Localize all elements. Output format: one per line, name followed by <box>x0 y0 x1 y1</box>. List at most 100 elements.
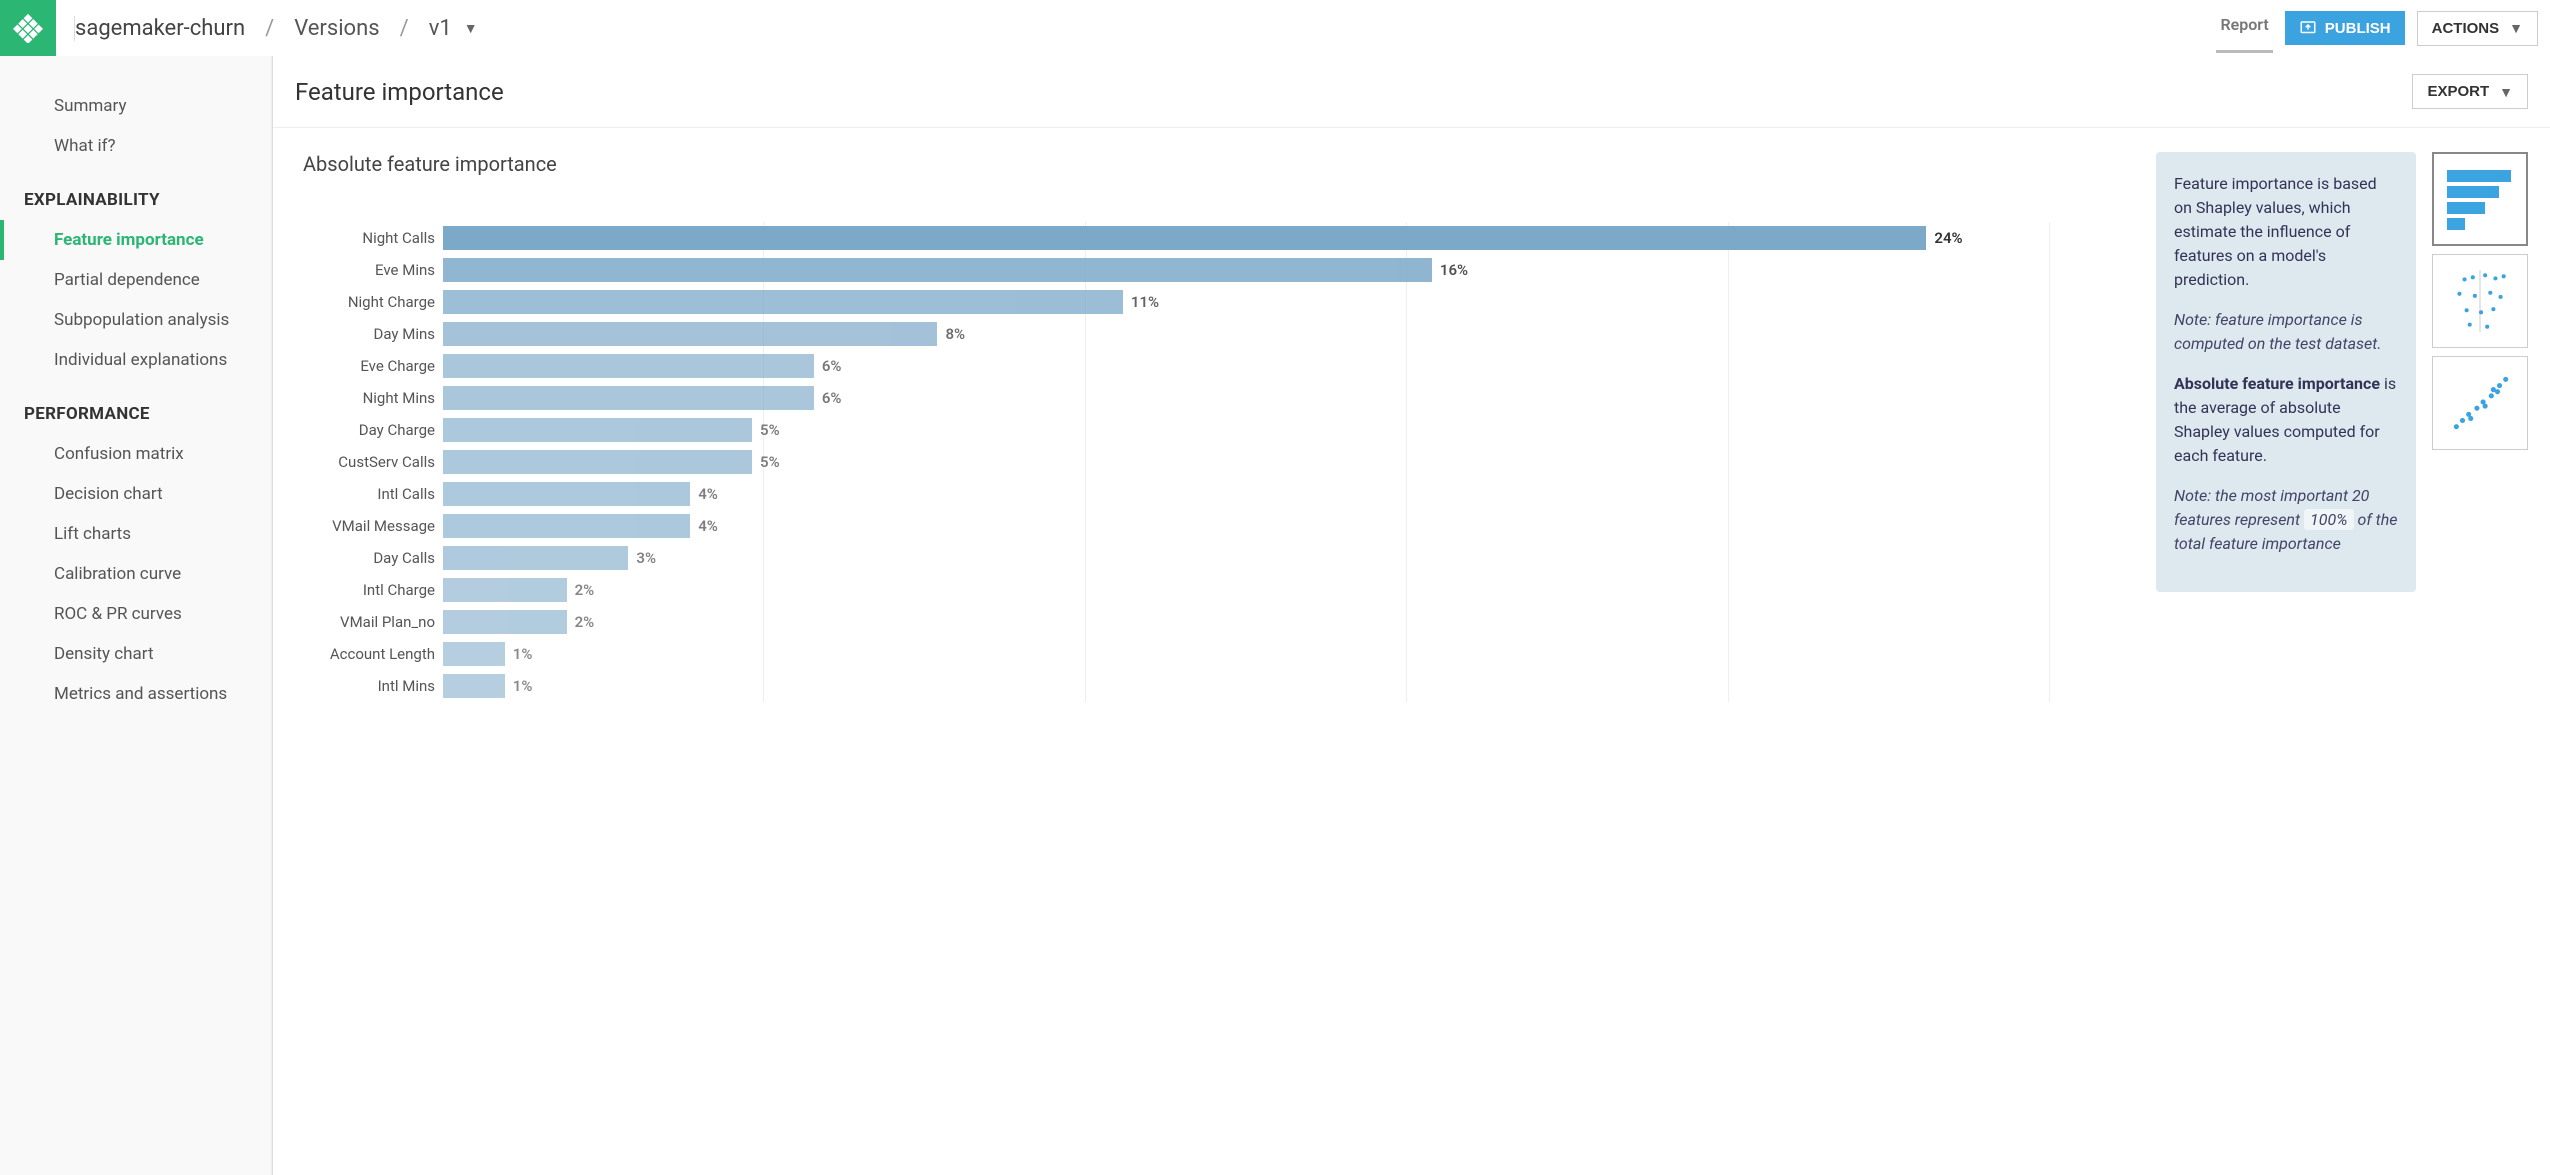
scatter-icon <box>2443 367 2517 439</box>
sidebar: Summary What if? EXPLAINABILITY Feature … <box>0 56 272 1175</box>
breadcrumb-app[interactable]: sagemaker-churn <box>74 16 245 41</box>
bar-value: 6% <box>822 357 842 375</box>
bar[interactable]: 2% <box>443 610 567 634</box>
breadcrumb-version: v1 <box>429 16 452 41</box>
sidebar-item-confusion-matrix[interactable]: Confusion matrix <box>0 434 271 474</box>
actions-label: ACTIONS <box>2432 20 2500 37</box>
bar-value: 1% <box>513 645 533 663</box>
bar[interactable]: 5% <box>443 450 752 474</box>
beeswarm-icon <box>2443 265 2517 337</box>
export-button[interactable]: EXPORT ▼ <box>2412 74 2528 109</box>
bar[interactable]: 4% <box>443 514 690 538</box>
bar-value: 5% <box>760 453 780 471</box>
sidebar-item-feature-importance[interactable]: Feature importance <box>0 220 271 260</box>
main-header: Feature importance EXPORT ▼ <box>273 56 2550 128</box>
bar-label: Day Calls <box>303 549 443 567</box>
sidebar-header-performance: PERFORMANCE <box>0 380 271 434</box>
caret-down-icon: ▼ <box>2509 20 2523 36</box>
bar-label: Eve Mins <box>303 261 443 279</box>
bar[interactable]: 1% <box>443 674 505 698</box>
bar-label: VMail Message <box>303 517 443 535</box>
bar-value: 2% <box>575 613 595 631</box>
page-title: Feature importance <box>295 78 504 106</box>
sidebar-item-lift-charts[interactable]: Lift charts <box>0 514 271 554</box>
chart-title: Absolute feature importance <box>303 152 2140 176</box>
bar-row: Intl Mins1% <box>443 670 2050 702</box>
bar-row: Night Calls24% <box>443 222 2050 254</box>
publish-button[interactable]: PUBLISH <box>2285 11 2405 45</box>
caret-down-icon: ▼ <box>464 20 478 37</box>
info-text: Absolute feature importance is the avera… <box>2174 372 2398 468</box>
sidebar-item-partial-dependence[interactable]: Partial dependence <box>0 260 271 300</box>
bar-row: Intl Charge2% <box>443 574 2050 606</box>
sidebar-item-decision-chart[interactable]: Decision chart <box>0 474 271 514</box>
main-content: Feature importance EXPORT ▼ Absolute fea… <box>272 56 2550 1175</box>
bar[interactable]: 8% <box>443 322 937 346</box>
report-link[interactable]: Report <box>2216 3 2272 53</box>
bar-value: 5% <box>760 421 780 439</box>
bar-value: 2% <box>575 581 595 599</box>
bar-label: Intl Mins <box>303 677 443 695</box>
bar[interactable]: 24% <box>443 226 1926 250</box>
bar-row: Account Length1% <box>443 638 2050 670</box>
bar-row: Day Calls3% <box>443 542 2050 574</box>
bar-label: Eve Charge <box>303 357 443 375</box>
bar[interactable]: 1% <box>443 642 505 666</box>
sidebar-item-calibration-curve[interactable]: Calibration curve <box>0 554 271 594</box>
sidebar-item-density-chart[interactable]: Density chart <box>0 634 271 674</box>
caret-down-icon: ▼ <box>2499 84 2513 100</box>
bar[interactable]: 2% <box>443 578 567 602</box>
breadcrumb-sep: / <box>400 16 409 41</box>
bar-value: 24% <box>1934 229 1962 247</box>
bar-label: VMail Plan_no <box>303 613 443 631</box>
bar[interactable]: 6% <box>443 354 814 378</box>
bar-row: VMail Plan_no2% <box>443 606 2050 638</box>
sidebar-item-roc-pr[interactable]: ROC & PR curves <box>0 594 271 634</box>
bar[interactable]: 4% <box>443 482 690 506</box>
sidebar-item-individual-explanations[interactable]: Individual explanations <box>0 340 271 380</box>
bar[interactable]: 6% <box>443 386 814 410</box>
bar-label: Night Mins <box>303 389 443 407</box>
bar-row: Day Charge5% <box>443 414 2050 446</box>
sidebar-item-subpopulation[interactable]: Subpopulation analysis <box>0 300 271 340</box>
thumb-beeswarm[interactable] <box>2432 254 2528 348</box>
app-logo[interactable] <box>0 0 56 56</box>
breadcrumb-versions[interactable]: Versions <box>294 16 379 41</box>
dss-logo-icon <box>13 13 43 43</box>
bar-label: Day Mins <box>303 325 443 343</box>
bar-row: Intl Calls4% <box>443 478 2050 510</box>
actions-button[interactable]: ACTIONS ▼ <box>2417 11 2538 46</box>
info-note: Note: feature importance is computed on … <box>2174 308 2398 356</box>
bar-value: 3% <box>636 549 656 567</box>
feature-importance-chart: Night Calls24%Eve Mins16%Night Charge11%… <box>303 222 2140 702</box>
version-dropdown[interactable]: v1 ▼ <box>429 16 478 41</box>
bar-value: 8% <box>945 325 965 343</box>
bar-row: CustServ Calls5% <box>443 446 2050 478</box>
bar-value: 1% <box>513 677 533 695</box>
bar-value: 4% <box>698 517 718 535</box>
sidebar-item-whatif[interactable]: What if? <box>0 126 271 166</box>
info-note: Note: the most important 20 features rep… <box>2174 484 2398 556</box>
publish-icon <box>2299 19 2317 37</box>
breadcrumb-sep: / <box>265 16 274 41</box>
bar-label: Intl Charge <box>303 581 443 599</box>
breadcrumb: sagemaker-churn / Versions / v1 ▼ <box>56 16 478 41</box>
bar[interactable]: 3% <box>443 546 628 570</box>
sidebar-item-metrics-assertions[interactable]: Metrics and assertions <box>0 674 271 714</box>
info-panel: Feature importance is based on Shapley v… <box>2156 152 2416 592</box>
chart-type-thumbnails <box>2432 152 2528 702</box>
thumb-scatter[interactable] <box>2432 356 2528 450</box>
topbar-actions: Report PUBLISH ACTIONS ▼ <box>2216 3 2550 53</box>
bar-row: Night Mins6% <box>443 382 2050 414</box>
bar[interactable]: 11% <box>443 290 1123 314</box>
sidebar-header-explainability: EXPLAINABILITY <box>0 166 271 220</box>
bar-row: Eve Mins16% <box>443 254 2050 286</box>
info-text: Feature importance is based on Shapley v… <box>2174 172 2398 292</box>
bar[interactable]: 5% <box>443 418 752 442</box>
thumb-bar-chart[interactable] <box>2432 152 2528 246</box>
bar[interactable]: 16% <box>443 258 1432 282</box>
sidebar-item-summary[interactable]: Summary <box>0 86 271 126</box>
bar-label: Intl Calls <box>303 485 443 503</box>
bar-value: 11% <box>1131 293 1159 311</box>
topbar: sagemaker-churn / Versions / v1 ▼ Report… <box>0 0 2550 56</box>
